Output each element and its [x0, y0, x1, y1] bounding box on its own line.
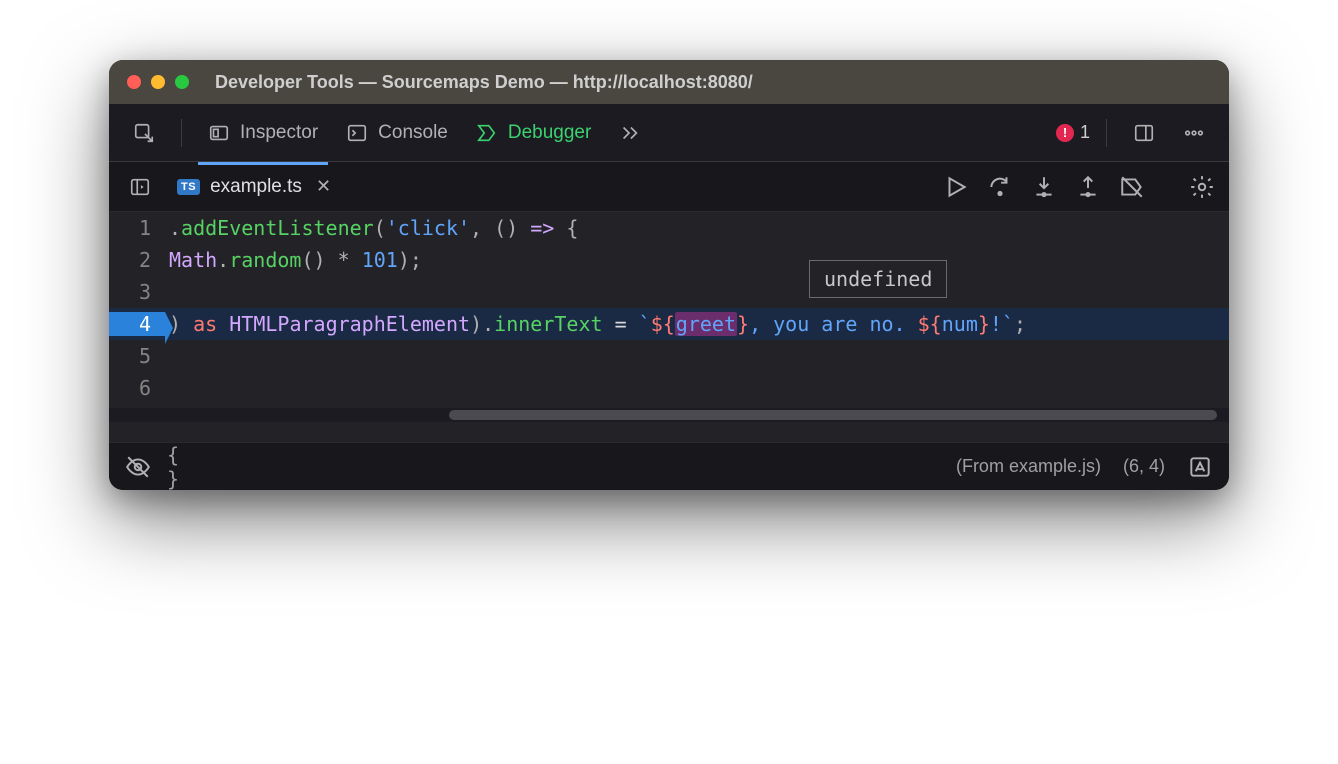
error-count: 1 — [1080, 122, 1090, 143]
toggle-sources-panel[interactable] — [119, 170, 161, 204]
tab-debugger[interactable]: Debugger — [466, 116, 601, 150]
line-number[interactable]: 2 — [109, 248, 165, 272]
line-number-breakpoint[interactable]: 4 — [109, 312, 165, 336]
error-icon: ! — [1056, 124, 1074, 142]
ts-badge-icon: TS — [177, 179, 200, 195]
inspector-icon — [208, 122, 230, 144]
pretty-print-button[interactable]: { } — [167, 454, 193, 480]
source-file-tab[interactable]: TS example.ts ✕ — [167, 170, 341, 204]
resume-button[interactable] — [943, 174, 969, 200]
debugger-controls — [943, 174, 1219, 200]
deactivate-breakpoints-button[interactable] — [1119, 174, 1145, 200]
console-icon — [346, 122, 368, 144]
debugger-subbar: TS example.ts ✕ — [109, 162, 1229, 212]
cursor-position: (6, 4) — [1123, 456, 1165, 477]
line-number[interactable]: 1 — [109, 216, 165, 240]
more-options-button[interactable] — [1173, 116, 1215, 150]
step-over-button[interactable] — [987, 174, 1013, 200]
tab-label: Console — [378, 122, 448, 144]
code-content: Math.random() * 101); — [165, 248, 422, 272]
blackbox-toggle-button[interactable] — [125, 454, 151, 480]
tab-console[interactable]: Console — [336, 116, 458, 150]
separator — [1106, 119, 1107, 147]
separator — [181, 119, 182, 147]
line-number[interactable]: 5 — [109, 344, 165, 368]
chevron-double-right-icon — [619, 122, 641, 144]
step-in-button[interactable] — [1031, 174, 1057, 200]
step-out-button[interactable] — [1075, 174, 1101, 200]
tabs-overflow-button[interactable] — [609, 116, 651, 150]
code-line[interactable]: 1 .addEventListener('click', () => { — [109, 212, 1229, 244]
pointer-icon — [133, 122, 155, 144]
dock-icon — [1133, 122, 1155, 144]
debugger-settings-button[interactable] — [1189, 174, 1215, 200]
code-line[interactable]: 3 — [109, 276, 1229, 308]
tab-inspector[interactable]: Inspector — [198, 116, 328, 150]
tab-label: Debugger — [508, 122, 591, 144]
code-line[interactable]: 5 — [109, 340, 1229, 372]
minimize-window-button[interactable] — [151, 75, 165, 89]
pick-element-button[interactable] — [123, 116, 165, 150]
code-line-breakpoint[interactable]: 4 ) as HTMLParagraphElement).innerText =… — [109, 308, 1229, 340]
window-title: Developer Tools — Sourcemaps Demo — http… — [215, 72, 753, 93]
window-titlebar: Developer Tools — Sourcemaps Demo — http… — [109, 60, 1229, 104]
dock-side-button[interactable] — [1123, 116, 1165, 150]
zoom-window-button[interactable] — [175, 75, 189, 89]
status-bar: { } (From example.js) (6, 4) — [109, 442, 1229, 490]
source-editor[interactable]: undefined 1 .addEventListener('click', (… — [109, 212, 1229, 442]
error-count-badge[interactable]: ! 1 — [1056, 122, 1090, 143]
line-number[interactable]: 6 — [109, 376, 165, 400]
close-tab-button[interactable]: ✕ — [316, 176, 331, 197]
file-name: example.ts — [210, 176, 302, 198]
devtools-toolbar: Inspector Console Debugger ! 1 — [109, 104, 1229, 162]
code-content: ) as HTMLParagraphElement).innerText = `… — [165, 312, 1026, 336]
code-content: .addEventListener('click', () => { — [165, 216, 578, 240]
source-origin: (From example.js) — [956, 456, 1101, 477]
horizontal-scrollbar[interactable] — [109, 408, 1229, 422]
traffic-lights — [127, 75, 189, 89]
code-line[interactable]: 2 Math.random() * 101); — [109, 244, 1229, 276]
tab-label: Inspector — [240, 122, 318, 144]
code-line[interactable]: 6 — [109, 372, 1229, 404]
line-number[interactable]: 3 — [109, 280, 165, 304]
panel-toggle-icon — [129, 176, 151, 198]
meatballs-icon — [1183, 122, 1205, 144]
devtools-window: Developer Tools — Sourcemaps Demo — http… — [109, 60, 1229, 490]
close-window-button[interactable] — [127, 75, 141, 89]
sourcemap-toggle-button[interactable] — [1187, 454, 1213, 480]
scrollbar-thumb[interactable] — [449, 410, 1217, 420]
debugger-icon — [476, 122, 498, 144]
